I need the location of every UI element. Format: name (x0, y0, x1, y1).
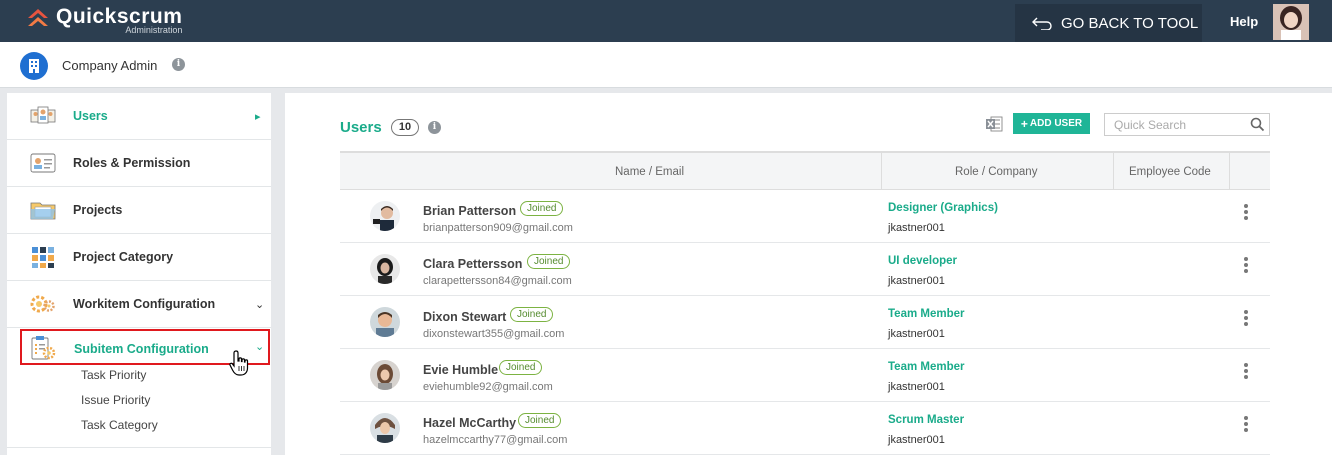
user-company: jkastner001 (888, 328, 945, 340)
id-card-icon (29, 151, 57, 177)
users-count-badge: 10 (391, 119, 419, 136)
go-back-to-tool-button[interactable]: GO BACK TO TOOL (1015, 4, 1202, 42)
user-company: jkastner001 (888, 222, 945, 234)
sidebar-item-label: Projects (73, 203, 123, 217)
column-header-name-email[interactable]: Name / Email (615, 166, 684, 178)
sub-item-task-priority[interactable]: Task Priority (81, 368, 146, 382)
user-email: eviehumble92@gmail.com (423, 381, 553, 393)
avatar (370, 254, 400, 284)
app-name: Quickscrum (56, 5, 183, 28)
row-menu-icon[interactable] (1244, 310, 1248, 328)
avatar (370, 201, 400, 231)
go-back-label: GO BACK TO TOOL (1061, 14, 1199, 32)
sidebar: Users ▸ Roles & Permission Projects Proj… (7, 93, 271, 455)
info-icon[interactable]: i (172, 58, 185, 71)
user-role[interactable]: Scrum Master (888, 414, 964, 426)
search-placeholder: Quick Search (1114, 118, 1187, 132)
user-name: Hazel McCarthy (423, 416, 517, 430)
user-email: brianpatterson909@gmail.com (423, 222, 573, 234)
table-header: Name / Email Role / Company Employee Cod… (340, 151, 1270, 190)
sidebar-item-users[interactable]: Users ▸ (7, 93, 271, 140)
user-email: dixonstewart355@gmail.com (423, 328, 565, 340)
status-badge: Joined (510, 307, 554, 322)
avatar (370, 307, 400, 337)
add-user-label: ADD USER (1029, 118, 1083, 129)
building-icon (20, 52, 48, 80)
status-badge: Joined (499, 360, 543, 375)
chevron-down-icon: ⌄ (255, 298, 265, 311)
users-icon (29, 104, 57, 130)
table-row[interactable]: Dixon Stewart Joined dixonstewart355@gma… (340, 296, 1270, 349)
user-role[interactable]: Designer (Graphics) (888, 202, 998, 214)
chevron-right-icon: ▸ (255, 110, 261, 123)
user-name: Brian Patterson (423, 204, 517, 218)
user-avatar[interactable] (1273, 4, 1309, 40)
status-badge: Joined (518, 413, 562, 428)
folder-icon (29, 198, 57, 224)
user-company: jkastner001 (888, 434, 945, 446)
row-menu-icon[interactable] (1244, 416, 1248, 434)
row-menu-icon[interactable] (1244, 363, 1248, 381)
users-panel: Users 10 i + ADD USER Quick Search Name … (285, 93, 1332, 455)
help-link[interactable]: Help (1230, 14, 1258, 29)
sidebar-item-label: Workitem Configuration (73, 297, 216, 311)
search-icon[interactable] (1250, 117, 1265, 137)
hand-pointer-icon (229, 350, 251, 381)
avatar (370, 413, 400, 443)
sub-item-task-category[interactable]: Task Category (81, 418, 158, 432)
sub-item-issue-priority[interactable]: Issue Priority (81, 393, 150, 407)
avatar (370, 360, 400, 390)
sidebar-item-label: Users (73, 109, 108, 123)
table-row[interactable]: Brian Patterson Joined brianpatterson909… (340, 190, 1270, 243)
status-badge: Joined (520, 201, 564, 216)
column-header-employee-code[interactable]: Employee Code (1129, 166, 1211, 178)
app-logo[interactable]: Quickscrum Administration (26, 6, 182, 35)
quickscrum-logo-icon (26, 6, 50, 32)
top-bar: Quickscrum Administration GO BACK TO TOO… (0, 0, 1332, 42)
sidebar-item-project-category[interactable]: Project Category (7, 234, 271, 281)
user-role[interactable]: Team Member (888, 361, 964, 373)
sidebar-item-label: Roles & Permission (73, 156, 191, 170)
column-divider (1229, 153, 1230, 190)
status-badge: Joined (527, 254, 571, 269)
quick-search-input[interactable]: Quick Search (1104, 113, 1270, 136)
user-company: jkastner001 (888, 275, 945, 287)
sidebar-item-roles-permission[interactable]: Roles & Permission (7, 140, 271, 187)
user-email: hazelmccarthy77@gmail.com (423, 434, 568, 446)
user-name: Evie Humble (423, 363, 499, 377)
grid-icon (29, 245, 57, 271)
company-admin-title: Company Admin (62, 58, 158, 73)
add-user-button[interactable]: + ADD USER (1013, 113, 1090, 134)
gears-icon (29, 292, 57, 318)
user-role[interactable]: UI developer (888, 255, 957, 267)
table-row[interactable]: Clara Pettersson Joined clarapettersson8… (340, 243, 1270, 296)
column-divider (881, 153, 882, 190)
user-company: jkastner001 (888, 381, 945, 393)
sidebar-item-workitem-configuration[interactable]: Workitem Configuration ⌄ (7, 281, 271, 328)
user-role[interactable]: Team Member (888, 308, 964, 320)
info-icon[interactable]: i (428, 121, 441, 134)
table-row[interactable]: Hazel McCarthy Joined hazelmccarthy77@gm… (340, 402, 1270, 455)
column-header-role-company[interactable]: Role / Company (955, 166, 1037, 178)
row-menu-icon[interactable] (1244, 204, 1248, 222)
table-row[interactable]: Evie Humble Joined eviehumble92@gmail.co… (340, 349, 1270, 402)
company-admin-bar: Company Admin i (0, 42, 1332, 88)
user-email: clarapettersson84@gmail.com (423, 275, 572, 287)
user-name: Clara Pettersson (423, 257, 523, 271)
row-menu-icon[interactable] (1244, 257, 1248, 275)
excel-export-icon[interactable] (985, 116, 1003, 137)
column-divider (1113, 153, 1114, 190)
back-arrow-icon (1032, 17, 1052, 30)
user-name: Dixon Stewart (423, 310, 507, 324)
plus-icon: + (1020, 116, 1028, 131)
sidebar-item-projects[interactable]: Projects (7, 187, 271, 234)
sidebar-item-label: Project Category (73, 250, 174, 264)
page-title: Users (340, 119, 382, 136)
